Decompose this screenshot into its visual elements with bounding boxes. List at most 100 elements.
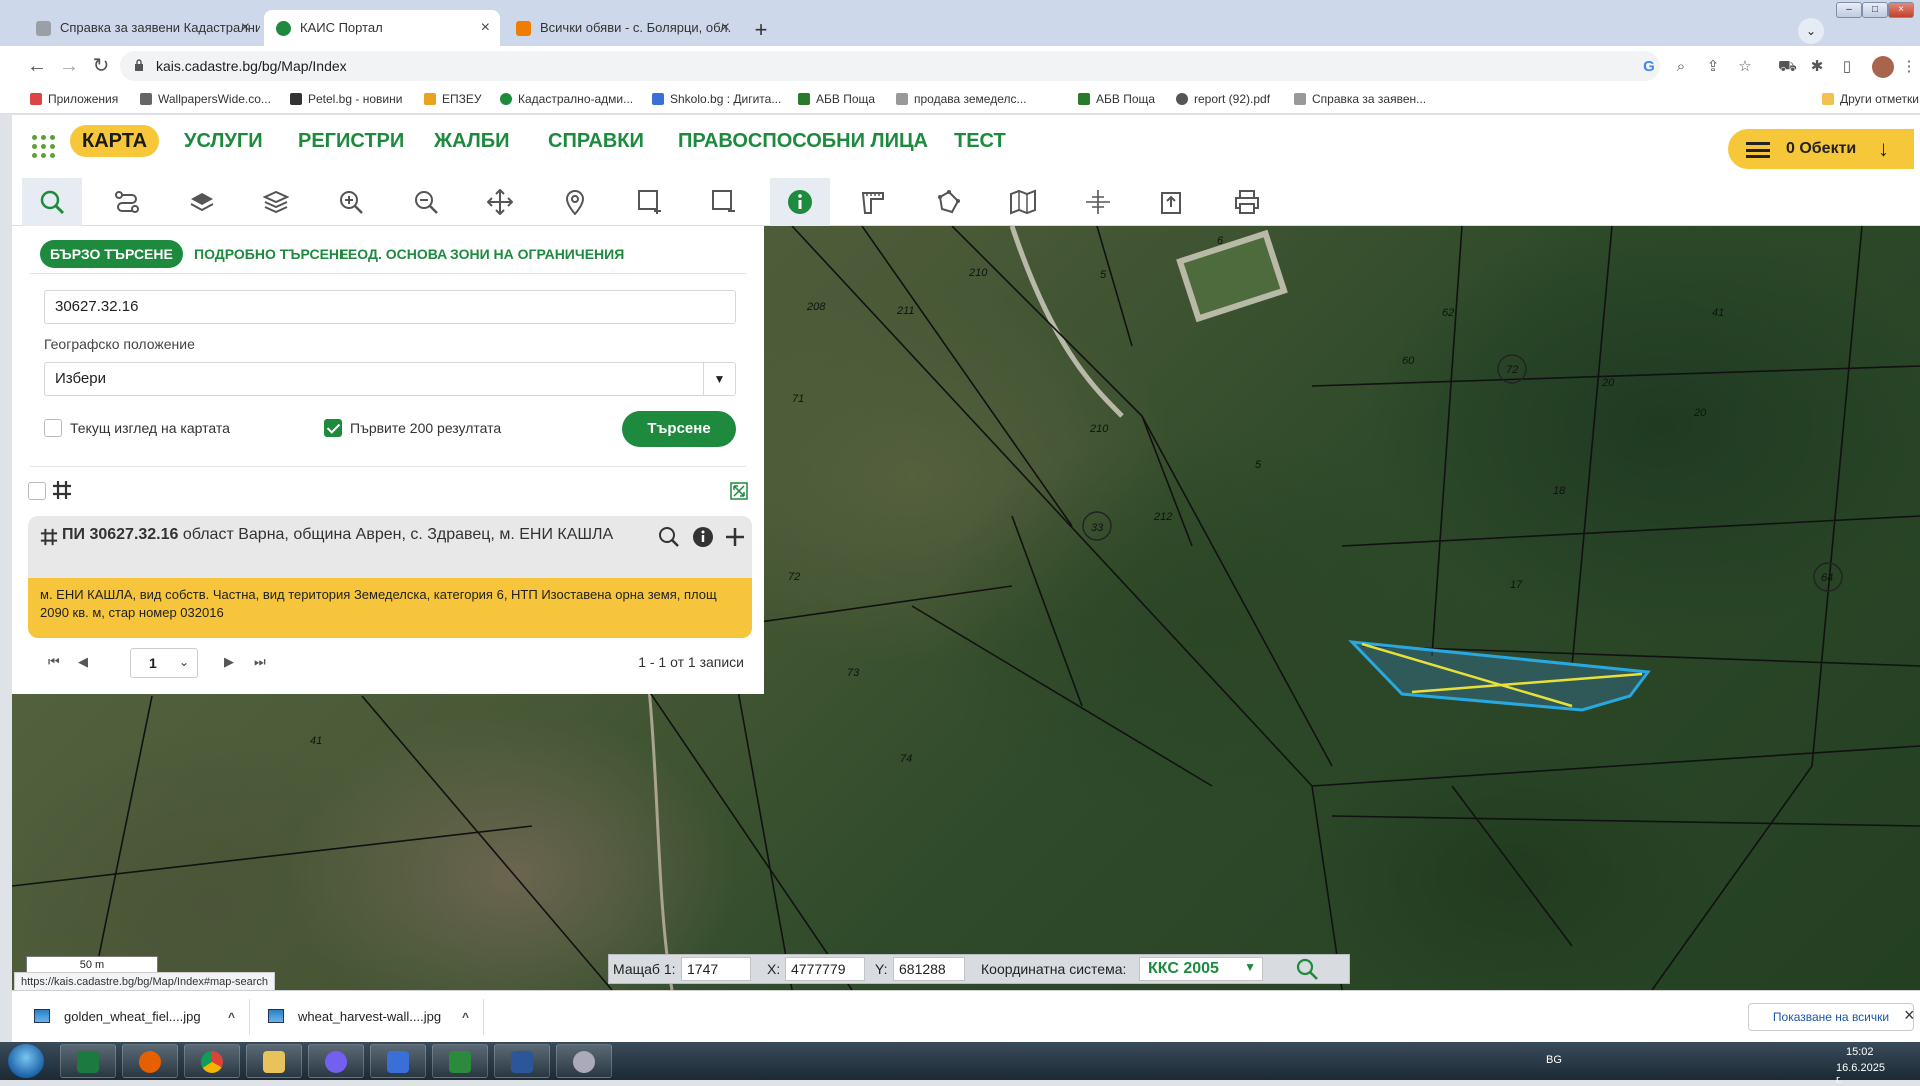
zoom-in-tool[interactable] [321,178,381,226]
maximize-button[interactable]: □ [1862,2,1888,18]
share-icon[interactable]: ⇪ [1704,58,1722,76]
menu-registers[interactable]: РЕГИСТРИ [298,125,404,157]
apps-grid-icon[interactable] [32,135,56,159]
route-tool[interactable] [97,178,157,226]
tab-quick-search[interactable]: БЪРЗО ТЪРСЕНЕ [40,240,183,268]
tab-restriction-zones[interactable]: ЗОНИ НА ОГРАНИЧЕНИЯ [450,240,624,268]
browser-tab[interactable]: Всички обяви - с. Болярци, обл. × [504,10,740,46]
bookmark[interactable]: Petel.bg - новини [290,86,402,112]
menu-dots-icon[interactable]: ⋮ [1900,58,1918,76]
back-arrow-icon[interactable]: ← [24,54,50,80]
search-input[interactable]: 30627.32.16 [44,290,736,324]
bookmark[interactable]: АБВ Поща [1078,86,1155,112]
pan-tool[interactable] [470,178,530,226]
clock-date[interactable]: 16.6.2025 г. [1836,1062,1885,1086]
bookmark[interactable]: ЕПЗЕУ [424,86,482,112]
extensions-puzzle-icon[interactable]: ✱ [1808,58,1826,76]
bookmark-star-icon[interactable]: ☆ [1736,58,1754,76]
zoom-to-result-search-icon[interactable] [656,524,682,550]
coordinates-tool[interactable] [1068,178,1128,226]
clock-time[interactable]: 15:02 [1846,1046,1874,1058]
page-select[interactable]: 1 ⌄ [130,648,198,678]
measure-tool[interactable] [844,178,904,226]
url-field[interactable]: kais.cadastre.bg/bg/Map/Index [120,51,1660,81]
next-page-icon[interactable]: ▶ [224,654,234,670]
tab-geodetic-base[interactable]: ГЕОД. ОСНОВА [340,240,447,268]
menu-services[interactable]: УСЛУГИ [184,125,263,157]
side-panel-icon[interactable]: ▯ [1838,58,1856,76]
bookmark[interactable]: WallpapersWide.co... [140,86,271,112]
taskbar-settings[interactable] [556,1044,612,1078]
show-all-downloads-button[interactable]: Показване на всички [1748,1003,1914,1031]
add-to-objects-plus-icon[interactable] [722,524,748,550]
start-button[interactable] [8,1044,44,1078]
taskbar-explorer[interactable] [246,1044,302,1078]
reload-icon[interactable]: ↻ [88,54,114,80]
other-bookmarks[interactable]: Други отметки [1822,86,1919,112]
first-200-checkbox[interactable] [324,419,342,437]
menu-reports[interactable]: СПРАВКИ [548,125,644,157]
forward-arrow-icon[interactable]: → [56,54,82,80]
download-item[interactable]: wheat_harvest-wall....jpg ^ [256,999,484,1035]
select-all-checkbox[interactable] [28,482,46,500]
minimize-button[interactable]: – [1836,2,1862,18]
coordinate-search-icon[interactable] [1295,957,1319,981]
taskbar-chrome[interactable] [184,1044,240,1078]
crs-select[interactable]: ККС 2005 ▼ [1139,957,1263,981]
current-view-checkbox[interactable] [44,419,62,437]
print-tool[interactable] [1217,178,1277,226]
menu-complaints[interactable]: ЖАЛБИ [434,125,510,157]
polygon-tool[interactable] [918,178,978,226]
remove-rectangle-tool[interactable] [694,178,754,226]
bookmark-apps[interactable]: Приложения [30,86,118,112]
taskbar-network[interactable] [370,1044,426,1078]
close-tab-icon[interactable]: × [241,10,250,46]
objects-button[interactable]: 0 Обекти ↓ [1728,129,1914,169]
close-shelf-icon[interactable]: × [1904,1005,1915,1026]
bookmark[interactable]: Кадастрално-адми... [500,86,633,112]
bookmark[interactable]: Shkolo.bg : Дигита... [652,86,781,112]
download-arrow-icon[interactable]: ↓ [1878,129,1889,169]
taskbar-excel[interactable] [60,1044,116,1078]
taskbar-viber[interactable] [308,1044,364,1078]
zoom-out-tool[interactable] [396,178,456,226]
chevron-up-icon[interactable]: ^ [462,999,469,1035]
download-item[interactable]: golden_wheat_fiel....jpg ^ [22,999,250,1035]
menu-licensed-persons[interactable]: ПРАВОСПОСОБНИ ЛИЦА [678,125,928,157]
taskbar-word[interactable] [494,1044,550,1078]
result-info-icon[interactable] [690,524,716,550]
browser-tab-active[interactable]: КАИС Портал × [264,10,500,46]
expand-icon[interactable] [730,482,748,500]
new-tab-button[interactable]: + [748,18,774,44]
close-tab-icon[interactable]: × [721,10,730,46]
add-rectangle-tool[interactable] [620,178,680,226]
chevron-up-icon[interactable]: ^ [228,999,235,1035]
last-page-icon[interactable]: ⏭ [254,654,266,670]
map-tool[interactable] [993,178,1053,226]
result-item[interactable]: ПИ 30627.32.16 област Варна, община Авре… [28,516,752,638]
geo-position-select[interactable]: Избери ▼ [44,362,736,396]
scale-input[interactable]: 1747 [681,957,751,981]
browser-tab[interactable]: Справка за заявени Кадастрални × [24,10,260,46]
prev-page-icon[interactable]: ◀ [78,654,88,670]
search-button[interactable]: Търсене [622,411,736,447]
highlighted-parcel[interactable] [1348,640,1651,712]
close-window-button[interactable]: × [1888,2,1914,18]
zoom-icon[interactable]: ⌕ [1672,58,1690,76]
location-tool[interactable] [545,178,605,226]
bookmark[interactable]: report (92).pdf [1176,86,1270,112]
search-tool[interactable] [22,178,82,226]
taskbar-firefox[interactable] [122,1044,178,1078]
info-tool[interactable] [770,178,830,226]
export-tool[interactable] [1142,178,1202,226]
bookmark[interactable]: АБВ Поща [798,86,875,112]
layers-stack-tool[interactable] [246,178,306,226]
bookmark[interactable]: продава земеделс... [896,86,1027,112]
bookmark[interactable]: Справка за заявен... [1294,86,1426,112]
layers-tool[interactable] [172,178,232,226]
google-icon[interactable]: G [1640,58,1658,76]
menu-map[interactable]: КАРТА [70,125,160,157]
extension-cart-icon[interactable]: ⛟ [1778,58,1797,76]
tab-detailed-search[interactable]: ПОДРОБНО ТЪРСЕНЕ [194,240,348,268]
tab-search-chevron-icon[interactable]: ⌄ [1798,18,1824,44]
